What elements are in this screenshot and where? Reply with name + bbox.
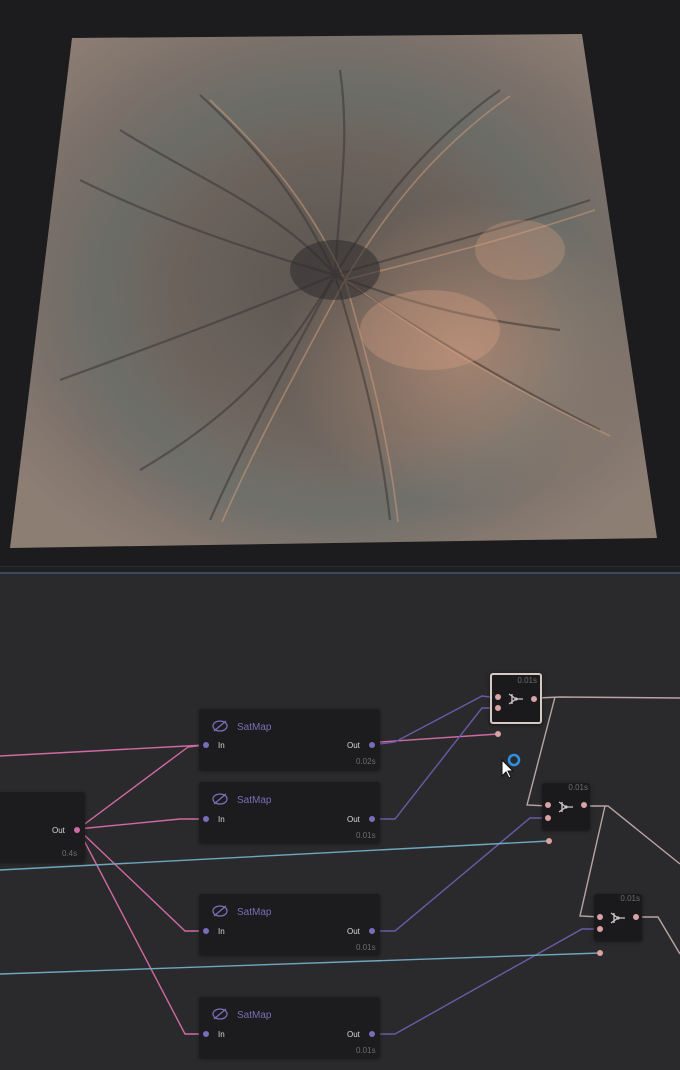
- satmap-out-port[interactable]: [369, 742, 375, 748]
- wire-blue-2: [0, 952, 601, 975]
- wire-combine2-out: [586, 805, 680, 865]
- satmap-time: 0.01s: [356, 831, 376, 840]
- combine-icon: [508, 692, 523, 705]
- satmap-title: SatMap: [237, 795, 272, 806]
- wire-endpoint[interactable]: [597, 950, 603, 956]
- satmap-icon: [212, 793, 228, 805]
- satmap-out-port[interactable]: [369, 1031, 375, 1037]
- terrain-render[interactable]: [0, 0, 680, 566]
- wire-source-satmap2: [77, 818, 205, 830]
- wire-satmap1-free: [371, 733, 499, 746]
- satmap-out-port[interactable]: [369, 928, 375, 934]
- satmap-icon: [212, 1008, 228, 1020]
- source-time: 0.4s: [62, 849, 78, 858]
- satmap-in-label: In: [218, 927, 225, 936]
- satmap-in-label: In: [218, 1030, 225, 1039]
- source-node[interactable]: Out 0.4s: [0, 792, 85, 862]
- combine-in-port[interactable]: [545, 815, 551, 821]
- combine-out-port[interactable]: [633, 914, 639, 920]
- combine-time: 0.01s: [517, 676, 537, 685]
- wire-input-satmap1: [0, 744, 206, 757]
- combine-out-port[interactable]: [581, 802, 587, 808]
- source-out-port[interactable]: [74, 827, 80, 833]
- satmap-in-port[interactable]: [203, 816, 209, 822]
- satmap-out-label: Out: [347, 927, 360, 936]
- wire-satmap4-combine3: [372, 928, 600, 1035]
- satmap-in-label: In: [218, 741, 225, 750]
- combine-node-2[interactable]: 0.01s: [542, 783, 590, 830]
- satmap-icon: [212, 720, 228, 732]
- satmap-time: 0.01s: [356, 1046, 376, 1055]
- satmap-in-port[interactable]: [203, 928, 209, 934]
- combine-in-port[interactable]: [495, 694, 501, 700]
- satmap-out-label: Out: [347, 1030, 360, 1039]
- satmap-title: SatMap: [237, 722, 272, 733]
- combine-in-port[interactable]: [597, 926, 603, 932]
- satmap-node-1[interactable]: SatMap In Out 0.02s: [199, 709, 380, 770]
- satmap-node-3[interactable]: SatMap In Out 0.01s: [199, 894, 380, 955]
- wire-combine1-out: [536, 696, 680, 699]
- combine-time: 0.01s: [620, 894, 640, 903]
- satmap-out-label: Out: [347, 741, 360, 750]
- combine-node-1[interactable]: 0.01s: [490, 673, 542, 724]
- wire-source-satmap3: [77, 828, 205, 932]
- satmap-in-port[interactable]: [203, 742, 209, 748]
- node-graph-canvas[interactable]: Out 0.4s SatMap In Out 0.02s SatMap In O…: [0, 574, 680, 1070]
- combine-out-port[interactable]: [531, 696, 537, 702]
- terrain-3d-viewport[interactable]: [0, 0, 680, 566]
- satmap-out-port[interactable]: [369, 816, 375, 822]
- combine-time: 0.01s: [568, 783, 588, 792]
- satmap-in-label: In: [218, 815, 225, 824]
- busy-cursor-icon: [501, 753, 521, 779]
- wire-source-satmap1: [77, 744, 206, 830]
- panel-divider[interactable]: [0, 566, 680, 574]
- satmap-in-port[interactable]: [203, 1031, 209, 1037]
- combine-in-port[interactable]: [597, 914, 603, 920]
- satmap-title: SatMap: [237, 907, 272, 918]
- wire-endpoint[interactable]: [495, 731, 501, 737]
- satmap-time: 0.02s: [356, 757, 376, 766]
- satmap-out-label: Out: [347, 815, 360, 824]
- combine-icon: [558, 800, 573, 813]
- source-out-label: Out: [52, 826, 65, 835]
- satmap-title: SatMap: [237, 1010, 272, 1021]
- satmap-node-2[interactable]: SatMap In Out 0.01s: [199, 782, 380, 843]
- satmap-icon: [212, 905, 228, 917]
- combine-icon: [610, 911, 625, 924]
- combine-in-port[interactable]: [545, 802, 551, 808]
- wire-satmap2-combine1: [372, 707, 498, 820]
- satmap-time: 0.01s: [356, 943, 376, 952]
- combine-node-3[interactable]: 0.01s: [594, 894, 642, 941]
- wire-satmap3-combine2: [372, 817, 548, 932]
- wire-endpoint[interactable]: [546, 838, 552, 844]
- combine-in-port[interactable]: [495, 705, 501, 711]
- wire-combine3-out: [638, 916, 680, 955]
- satmap-node-4[interactable]: SatMap In Out 0.01s: [199, 997, 380, 1058]
